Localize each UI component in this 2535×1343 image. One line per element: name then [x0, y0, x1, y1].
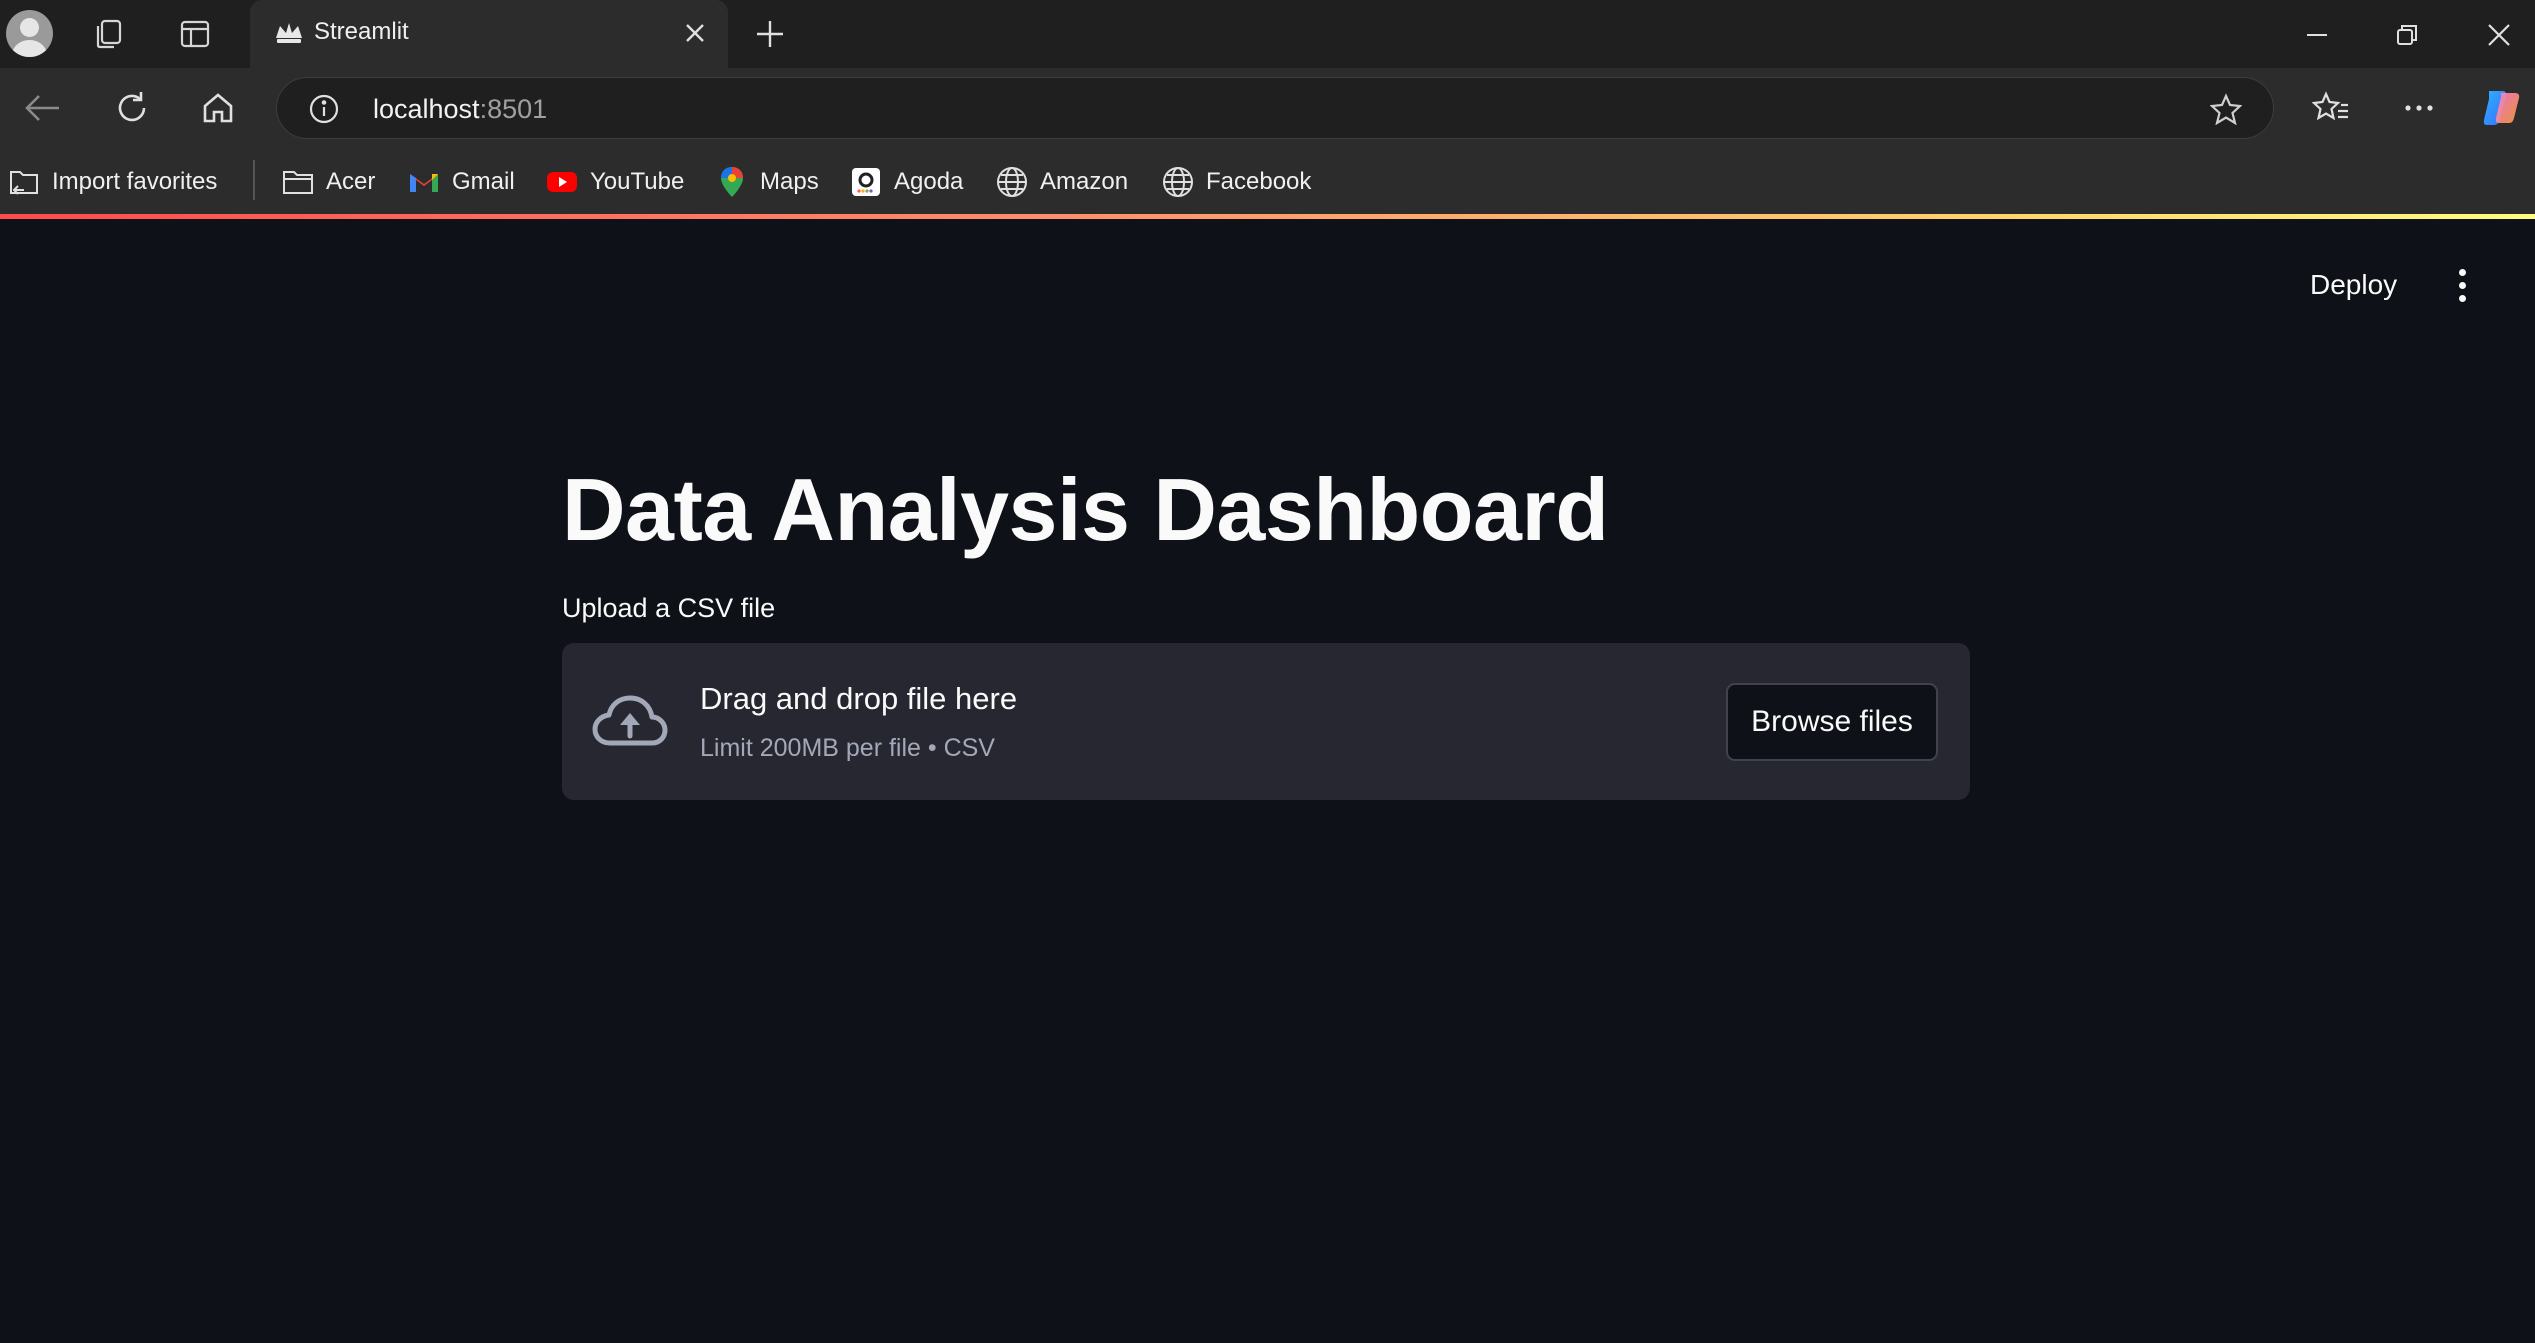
tab-streamlit[interactable]: Streamlit — [250, 0, 728, 68]
bookmark-label: Acer — [326, 168, 376, 195]
more-options-icon[interactable] — [2398, 88, 2440, 128]
bookmark-label: Maps — [760, 168, 819, 195]
restore-icon[interactable] — [2390, 18, 2424, 52]
globe-icon — [1162, 166, 1194, 198]
profile-avatar[interactable] — [6, 10, 53, 57]
file-dropzone[interactable]: Drag and drop file here Limit 200MB per … — [562, 643, 1970, 800]
tab-actions-icon[interactable] — [176, 16, 214, 52]
bookmark-agoda[interactable]: Agoda — [850, 161, 963, 203]
bookmark-acer[interactable]: Acer — [282, 161, 375, 203]
main-menu-icon[interactable] — [2448, 261, 2476, 309]
bookmark-import-favorites[interactable]: Import favorites — [8, 161, 217, 203]
reload-icon[interactable] — [110, 86, 154, 130]
bookmark-label: Agoda — [894, 168, 964, 195]
bookmark-maps[interactable]: Maps — [716, 161, 819, 203]
bookmark-label: Gmail — [452, 168, 515, 195]
page-title: Data Analysis Dashboard — [562, 460, 1609, 559]
deploy-button[interactable]: Deploy — [2310, 269, 2397, 301]
bookmarks-divider — [253, 160, 255, 200]
streamlit-app: Deploy Data Analysis Dashboard Upload a … — [0, 219, 2535, 1343]
bookmark-facebook[interactable]: Facebook — [1162, 161, 1311, 203]
home-icon[interactable] — [196, 86, 240, 130]
globe-icon — [996, 166, 1028, 198]
dropzone-limit-text: Limit 200MB per file • CSV — [700, 734, 995, 762]
youtube-icon — [546, 166, 578, 198]
favorite-star-icon[interactable] — [2209, 92, 2243, 126]
file-uploader-label: Upload a CSV file — [562, 593, 776, 623]
bookmark-label: YouTube — [590, 168, 685, 195]
minimize-icon[interactable] — [2300, 18, 2334, 52]
address-bar[interactable]: localhost:8501 — [276, 77, 2274, 139]
back-icon[interactable] — [20, 88, 64, 128]
new-tab-icon[interactable] — [752, 16, 788, 52]
favorites-icon[interactable] — [2310, 88, 2352, 128]
close-window-icon[interactable] — [2482, 18, 2516, 52]
url-host: localhost — [373, 94, 480, 124]
bookmarks-bar: Import favorites Acer Gmail YouTube Maps… — [0, 148, 2535, 218]
site-info-icon[interactable] — [309, 94, 339, 124]
browser-toolbar: localhost:8501 — [0, 68, 2535, 148]
bookmark-youtube[interactable]: YouTube — [546, 161, 684, 203]
bookmark-gmail[interactable]: Gmail — [408, 161, 515, 203]
browser-tab-strip: Streamlit — [0, 0, 2535, 68]
import-icon — [8, 166, 40, 198]
maps-icon — [716, 166, 748, 198]
url-port: :8501 — [479, 94, 548, 124]
bookmark-label: Facebook — [1206, 168, 1312, 195]
agoda-icon — [850, 166, 882, 198]
tab-title: Streamlit — [314, 18, 409, 45]
browse-files-button[interactable]: Browse files — [1726, 683, 1938, 761]
copilot-icon[interactable] — [2478, 84, 2526, 132]
url-text[interactable]: localhost:8501 — [373, 94, 547, 125]
bookmark-label: Import favorites — [52, 168, 218, 195]
bookmark-amazon[interactable]: Amazon — [996, 161, 1128, 203]
close-tab-icon[interactable] — [680, 18, 710, 48]
dropzone-instructions: Drag and drop file here — [700, 681, 1018, 716]
gmail-icon — [408, 166, 440, 198]
bookmark-label: Amazon — [1040, 168, 1129, 195]
streamlit-logo-icon — [274, 20, 304, 46]
workspaces-icon[interactable] — [90, 16, 128, 52]
folder-icon — [282, 166, 314, 198]
cloud-upload-icon — [592, 693, 668, 751]
